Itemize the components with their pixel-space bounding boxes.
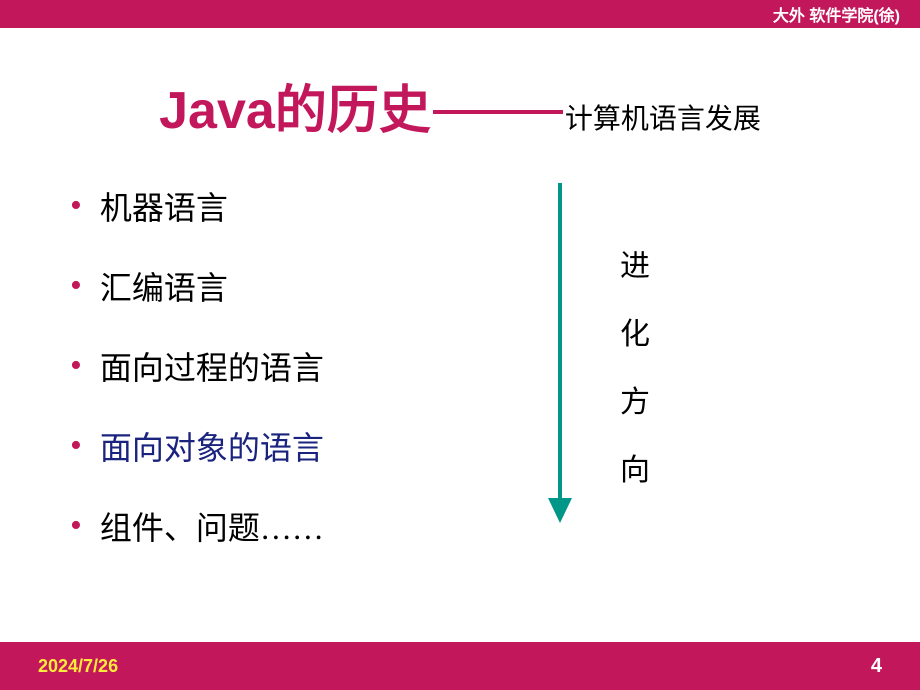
down-arrow-icon xyxy=(540,183,580,523)
bullet-item: • 面向过程的语言 xyxy=(70,343,500,389)
bullet-text: 汇编语言 xyxy=(100,263,228,309)
bullet-item: • 面向对象的语言 xyxy=(70,423,500,469)
bullet-text: 组件、问题…… xyxy=(100,503,324,549)
slide-title: Java的历史 计算机语言发展 xyxy=(0,68,920,143)
header-bar: 大外 软件学院(徐) xyxy=(0,0,920,28)
title-divider-line xyxy=(433,110,563,114)
bullet-item: • 机器语言 xyxy=(70,183,500,229)
bullet-list: • 机器语言 • 汇编语言 • 面向过程的语言 • 面向对象的语言 • 组件、问… xyxy=(70,183,500,583)
bullet-icon: • xyxy=(70,189,82,223)
footer-bar: 2024/7/26 4 xyxy=(0,642,920,690)
body-area: • 机器语言 • 汇编语言 • 面向过程的语言 • 面向对象的语言 • 组件、问… xyxy=(0,183,920,583)
arrow-label-char: 进 xyxy=(620,241,650,285)
arrow-label-char: 方 xyxy=(620,377,650,421)
footer-date: 2024/7/26 xyxy=(38,656,118,677)
arrow-label: 进 化 方 向 xyxy=(620,183,650,583)
bullet-text: 机器语言 xyxy=(100,183,228,229)
bullet-icon: • xyxy=(70,269,82,303)
bullet-icon: • xyxy=(70,429,82,463)
footer-page-number: 4 xyxy=(871,655,882,678)
bullet-text: 面向过程的语言 xyxy=(100,343,324,389)
arrow-label-char: 化 xyxy=(620,309,650,353)
slide-content: Java的历史 计算机语言发展 • 机器语言 • 汇编语言 • 面向过程的语言 … xyxy=(0,28,920,642)
arrow-area xyxy=(500,183,620,583)
title-main: Java的历史 xyxy=(159,68,431,143)
bullet-item: • 组件、问题…… xyxy=(70,503,500,549)
bullet-icon: • xyxy=(70,349,82,383)
bullet-item: • 汇编语言 xyxy=(70,263,500,309)
header-institution: 大外 软件学院(徐) xyxy=(773,2,900,26)
bullet-text-highlight: 面向对象的语言 xyxy=(100,423,324,469)
arrow-label-char: 向 xyxy=(620,445,650,489)
title-subtitle: 计算机语言发展 xyxy=(565,97,761,137)
bullet-icon: • xyxy=(70,509,82,543)
